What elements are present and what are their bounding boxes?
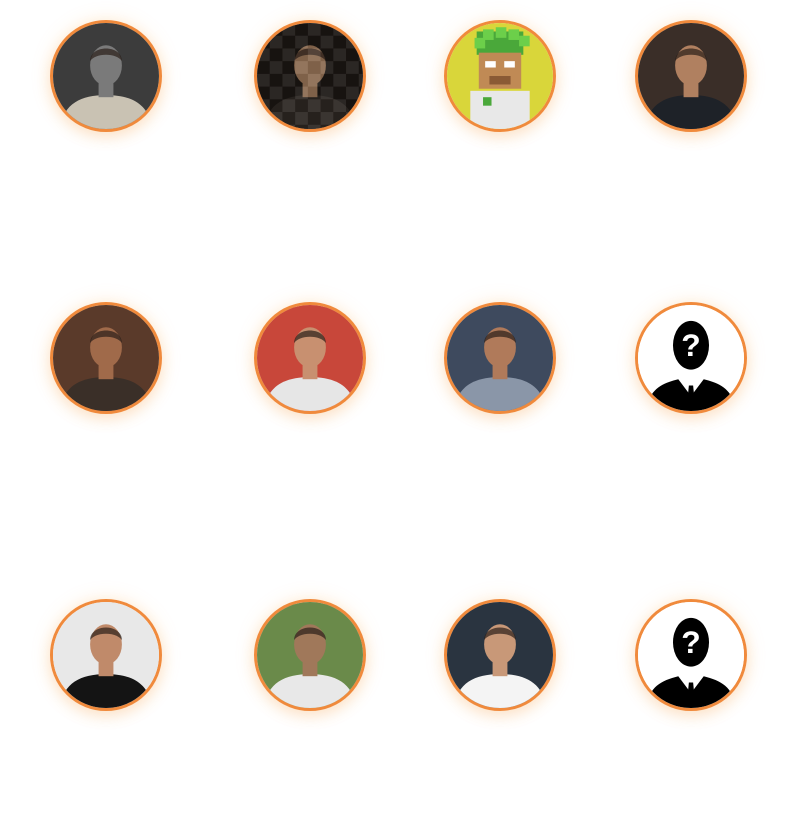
member-avatar-9[interactable] — [50, 599, 162, 711]
member-avatar-7[interactable] — [444, 302, 556, 414]
person-photo-icon — [447, 602, 553, 708]
member-avatar-2[interactable] — [254, 20, 366, 132]
member-avatar-3[interactable] — [444, 20, 556, 132]
member-avatar-11[interactable] — [444, 599, 556, 711]
member-avatar-6[interactable] — [254, 302, 366, 414]
pixel-ape-icon — [447, 23, 553, 129]
svg-text:?: ? — [681, 624, 700, 660]
svg-text:?: ? — [681, 327, 700, 363]
mystery-person-icon: ? — [638, 305, 744, 411]
person-photo-icon — [447, 305, 553, 411]
member-avatar-12[interactable]: ? — [635, 599, 747, 711]
person-photo-icon — [53, 23, 159, 129]
person-photo-icon — [257, 305, 363, 411]
member-avatar-10[interactable] — [254, 599, 366, 711]
mystery-person-icon: ? — [638, 602, 744, 708]
person-photo-icon — [257, 602, 363, 708]
member-avatar-4[interactable] — [635, 20, 747, 132]
person-photo-icon — [53, 602, 159, 708]
member-avatar-8[interactable]: ? — [635, 302, 747, 414]
member-avatar-5[interactable] — [50, 302, 162, 414]
person-photo-icon — [53, 305, 159, 411]
pixelated-photo-icon — [257, 23, 363, 129]
member-avatar-1[interactable] — [50, 20, 162, 132]
person-photo-icon — [638, 23, 744, 129]
